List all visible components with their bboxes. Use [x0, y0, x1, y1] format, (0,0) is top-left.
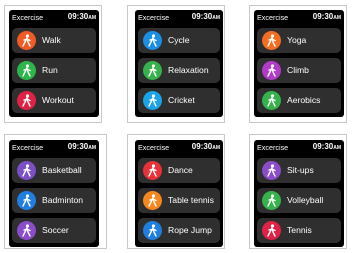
activity-label: Table tennis [168, 195, 214, 205]
activity-label: Rope Jump [168, 225, 212, 235]
clock-digits: 09:30 [67, 12, 89, 21]
workout-icon [17, 91, 36, 110]
activity-label: Relaxation [168, 65, 209, 75]
activity-item-volleyball[interactable]: Volleyball [257, 188, 341, 213]
clock-time: 09:30AM [313, 142, 341, 151]
clock-time: 09:30AM [192, 12, 220, 21]
watch-screen: Excercise 09:30AM Walk Run Workout [9, 10, 99, 117]
activity-label: Volleyball [287, 195, 324, 205]
activity-label: Basketball [42, 165, 82, 175]
cricket-icon [143, 91, 162, 110]
screen-title: Excercise [257, 143, 289, 152]
walk-icon [17, 31, 36, 50]
clock-digits: 09:30 [191, 142, 213, 151]
activity-label: Workout [42, 95, 74, 105]
activity-item-climb[interactable]: Climb [257, 58, 341, 83]
clock-digits: 09:30 [191, 12, 213, 21]
activity-item-workout[interactable]: Workout [12, 88, 96, 113]
screen-title: Excercise [257, 13, 289, 22]
activity-label: Tennis [287, 225, 312, 235]
activity-item-aerobics[interactable]: Aerobics [257, 88, 341, 113]
activity-label: Sit-ups [287, 165, 314, 175]
activity-label: Aerobics [287, 95, 321, 105]
activity-item-cycle[interactable]: Cycle [138, 28, 220, 53]
screen-title: Excercise [138, 143, 170, 152]
activity-item-sit-ups[interactable]: Sit-ups [257, 158, 341, 183]
status-header: Excercise 09:30AM [135, 12, 223, 23]
clock-time: 09:30AM [68, 12, 96, 21]
activity-item-run[interactable]: Run [12, 58, 96, 83]
dance-icon [143, 161, 162, 180]
activity-item-relaxation[interactable]: Relaxation [138, 58, 220, 83]
activity-item-rope-jump[interactable]: Rope Jump [138, 218, 220, 243]
badminton-icon [17, 191, 36, 210]
relaxation-icon [143, 61, 162, 80]
activity-item-tennis[interactable]: Tennis [257, 218, 341, 243]
clock-ampm: AM [212, 145, 220, 151]
clock-digits: 09:30 [312, 12, 334, 21]
clock-ampm: AM [88, 15, 96, 21]
activity-label: Soccer [42, 225, 69, 235]
clock-ampm: AM [333, 15, 341, 21]
status-header: Excercise 09:30AM [135, 142, 223, 153]
table-tennis-icon [143, 191, 162, 210]
activity-label: Walk [42, 35, 61, 45]
activity-item-table-tennis[interactable]: Table tennis [138, 188, 220, 213]
activity-label: Cricket [168, 95, 195, 105]
run-icon [17, 61, 36, 80]
status-header: Excercise 09:30AM [9, 142, 99, 153]
clock-ampm: AM [333, 145, 341, 151]
watch-screen: Excercise 09:30AM Yoga Climb Aerobics [254, 10, 344, 117]
watch-screen: Excercise 09:30AM Dance Table tennis Rope Ju… [135, 140, 223, 247]
soccer-icon [17, 221, 36, 240]
activity-label: Cycle [168, 35, 190, 45]
activity-item-basketball[interactable]: Basketball [12, 158, 96, 183]
watch-screen: Excercise 09:30AM Cycle Relaxation Cricket [135, 10, 223, 117]
clock-time: 09:30AM [192, 142, 220, 151]
climb-icon [262, 61, 281, 80]
screen-title: Excercise [138, 13, 170, 22]
activity-item-cricket[interactable]: Cricket [138, 88, 220, 113]
screen-title: Excercise [12, 143, 44, 152]
clock-ampm: AM [212, 15, 220, 21]
activity-item-soccer[interactable]: Soccer [12, 218, 96, 243]
activity-label: Climb [287, 65, 309, 75]
status-header: Excercise 09:30AM [254, 142, 344, 153]
watch-screen: Excercise 09:30AM Basketball Badminton Socce… [9, 140, 99, 247]
status-header: Excercise 09:30AM [254, 12, 344, 23]
cycle-icon [143, 31, 162, 50]
activity-label: Badminton [42, 195, 84, 205]
activity-item-dance[interactable]: Dance [138, 158, 220, 183]
status-header: Excercise 09:30AM [9, 12, 99, 23]
aerobics-icon [262, 91, 281, 110]
clock-ampm: AM [88, 145, 96, 151]
tennis-icon [262, 221, 281, 240]
rope-jump-icon [143, 221, 162, 240]
clock-digits: 09:30 [312, 142, 334, 151]
activity-label: Run [42, 65, 58, 75]
activity-label: Dance [168, 165, 193, 175]
clock-time: 09:30AM [313, 12, 341, 21]
watch-screen: Excercise 09:30AM Sit-ups Volleyball Tennis [254, 140, 344, 247]
activity-label: Yoga [287, 35, 307, 45]
clock-digits: 09:30 [67, 142, 89, 151]
activity-item-badminton[interactable]: Badminton [12, 188, 96, 213]
basketball-icon [17, 161, 36, 180]
sit-ups-icon [262, 161, 281, 180]
activity-item-yoga[interactable]: Yoga [257, 28, 341, 53]
volleyball-icon [262, 191, 281, 210]
clock-time: 09:30AM [68, 142, 96, 151]
activity-item-walk[interactable]: Walk [12, 28, 96, 53]
screen-title: Excercise [12, 13, 44, 22]
yoga-icon [262, 31, 281, 50]
